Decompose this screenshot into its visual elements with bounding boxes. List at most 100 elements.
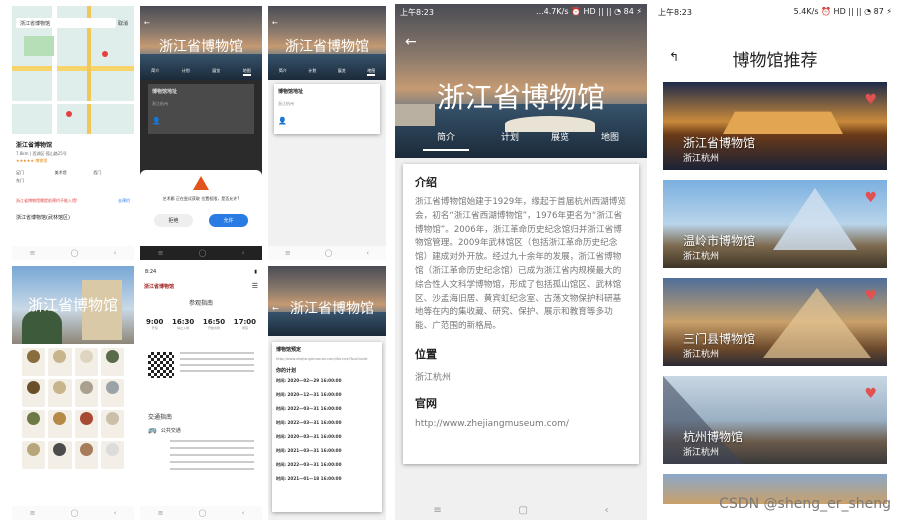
nav-home-icon[interactable]: ◯ <box>71 509 79 517</box>
tab-map[interactable]: 地图 <box>367 68 376 76</box>
cancel-link[interactable]: 取消 <box>118 20 128 27</box>
hours-row: 9:00 开馆 16:30 停止入场 16:50 开始清场 17:00 闭馆 <box>146 318 256 330</box>
nav-menu-icon[interactable]: ≡ <box>30 249 36 257</box>
nav-menu-icon[interactable]: ≡ <box>30 509 36 517</box>
site-logo: 浙江省博物馆 <box>144 283 175 290</box>
collection-item[interactable] <box>48 348 72 376</box>
deny-button[interactable]: 拒绝 <box>154 214 193 227</box>
collection-item[interactable] <box>74 410 98 438</box>
transit-lines <box>170 440 254 470</box>
person-icon[interactable]: 👤 <box>278 117 376 125</box>
gate-button[interactable]: 足门 <box>16 170 53 176</box>
person-icon[interactable]: 👤 <box>152 117 250 125</box>
place-rating: ★★★★★ 博物馆 <box>16 158 48 163</box>
search-input[interactable]: 浙江省博物馆 <box>20 21 50 27</box>
nav-back-icon[interactable]: ‹ <box>242 509 245 517</box>
favorite-heart-icon[interactable]: ♥ <box>864 190 877 206</box>
tab-plan[interactable]: 计划 <box>501 130 519 151</box>
status-icons: ...4.7K/s ⏰ HD || || ◔ 84 ⚡ <box>536 7 642 16</box>
favorite-heart-icon[interactable]: ♥ <box>864 92 877 108</box>
collection-item[interactable] <box>74 441 98 469</box>
plan-item[interactable]: 时间: 2022—03—31 16:00:00 <box>276 420 378 426</box>
watermark: CSDN @sheng_er_sheng <box>719 496 891 512</box>
hero-title: 浙江省博物馆 <box>285 39 369 55</box>
plan-item[interactable]: 时间: 2020—03—31 16:00:00 <box>276 434 378 440</box>
booking-link[interactable]: http://www.zhejiangmuseum.com/Service/To… <box>276 357 378 361</box>
tab-intro[interactable]: 简介 <box>422 130 469 151</box>
back-icon[interactable]: ← <box>144 19 150 27</box>
nav-menu-icon[interactable]: ≡ <box>158 509 164 517</box>
nav-menu-icon[interactable]: ≡ <box>433 505 441 516</box>
nav-home-icon[interactable]: ◯ <box>325 249 333 257</box>
collection-item[interactable] <box>22 441 46 469</box>
tab-bar: 简介 计划 展览 地图 <box>268 68 386 76</box>
nav-menu-icon[interactable]: ≡ <box>285 249 291 257</box>
collection-item[interactable] <box>22 348 46 376</box>
nav-back-icon[interactable]: ‹ <box>605 505 609 516</box>
gate-button[interactable]: 西门 <box>93 170 130 176</box>
nav-menu-icon[interactable]: ≡ <box>158 249 164 257</box>
system-nav-bar: ≡ ◯ ‹ <box>12 246 134 260</box>
tab-map[interactable]: 地图 <box>242 68 251 76</box>
favorite-heart-icon[interactable]: ♥ <box>864 386 877 402</box>
map-pin-icon[interactable] <box>102 51 108 57</box>
nav-home-icon[interactable]: ◯ <box>199 509 207 517</box>
screenshot-museum-detail: 上午8:23 ...4.7K/s ⏰ HD || || ◔ 84 ⚡ ← 浙江省… <box>395 4 647 520</box>
plan-item[interactable]: 时间: 2021—03—31 16:00:00 <box>276 448 378 454</box>
tab-intro[interactable]: 简介 <box>279 68 287 76</box>
system-nav-bar: ≡ ▢ ‹ <box>395 500 647 520</box>
collection-item[interactable] <box>100 441 124 469</box>
museum-card[interactable]: 浙江省博物馆 浙江杭州 ♥ <box>663 82 887 170</box>
collection-item[interactable] <box>22 410 46 438</box>
museum-card[interactable]: 杭州博物馆 浙江杭州 ♥ <box>663 376 887 464</box>
plan-item[interactable]: 时间: 2020—12—31 16:00:00 <box>276 392 378 398</box>
collection-item[interactable] <box>100 348 124 376</box>
collection-item[interactable] <box>48 379 72 407</box>
screenshot-collection: 浙江省博物馆 ≡ ◯ ‹ <box>12 266 134 520</box>
status-icons: 5.4K/s ⏰ HD || || ◔ 87 ⚡ <box>793 7 892 16</box>
tab-intro[interactable]: 简介 <box>151 68 159 76</box>
site-header: 浙江省博物馆 ☰ <box>144 280 258 292</box>
collection-item[interactable] <box>22 379 46 407</box>
plan-item[interactable]: 时间: 2022—03—31 16:00:00 <box>276 462 378 468</box>
museum-card[interactable]: 温岭市博物馆 浙江杭州 ♥ <box>663 180 887 268</box>
nav-home-icon[interactable]: ◯ <box>199 249 207 257</box>
reserve-link[interactable]: 去预约 <box>118 198 130 204</box>
plan-item[interactable]: 时间: 2021—01—18 16:00:00 <box>276 476 378 482</box>
gate-button[interactable]: 美术馆 <box>55 170 92 176</box>
nav-back-icon[interactable]: ‹ <box>114 509 117 517</box>
plan-item[interactable]: 时间: 2022—03—31 16:00:00 <box>276 406 378 412</box>
collection-item[interactable] <box>48 410 72 438</box>
plans-heading: 你的计划 <box>276 368 297 374</box>
menu-icon[interactable]: ☰ <box>252 282 258 290</box>
tab-exhibits[interactable]: 展览 <box>338 68 346 76</box>
tab-plan[interactable]: 计划 <box>182 68 190 76</box>
map-pin-icon[interactable] <box>66 111 72 117</box>
collection-item[interactable] <box>48 441 72 469</box>
collection-item[interactable] <box>100 379 124 407</box>
map-search-bar[interactable]: 浙江省博物馆 <box>16 18 116 28</box>
museum-name: 温岭市博物馆 <box>683 234 756 248</box>
museum-card[interactable]: 三门县博物馆 浙江杭州 ♥ <box>663 278 887 366</box>
system-nav-bar: ≡ ◯ ‹ <box>12 506 134 520</box>
gate-button[interactable]: 东门 <box>16 178 53 184</box>
website-link[interactable]: http://www.zhejiangmuseum.com/ <box>415 419 627 429</box>
favorite-heart-icon[interactable]: ♥ <box>864 288 877 304</box>
nav-back-icon[interactable]: ‹ <box>114 249 117 257</box>
tab-plan[interactable]: 计划 <box>308 68 316 76</box>
back-icon[interactable]: ← <box>272 19 278 27</box>
warning-icon <box>193 176 209 190</box>
nav-home-icon[interactable]: ◯ <box>71 249 79 257</box>
back-icon[interactable]: ← <box>405 34 417 50</box>
allow-button[interactable]: 允许 <box>209 214 248 227</box>
nav-home-icon[interactable]: ▢ <box>518 505 527 516</box>
collection-item[interactable] <box>74 348 98 376</box>
tab-map[interactable]: 地图 <box>601 130 619 151</box>
tab-exhibits[interactable]: 展览 <box>551 130 569 151</box>
plan-item[interactable]: 时间: 2020—02—29 16:00:00 <box>276 378 378 384</box>
collection-item[interactable] <box>100 410 124 438</box>
collection-item[interactable] <box>74 379 98 407</box>
nav-back-icon[interactable]: ‹ <box>242 249 245 257</box>
tab-exhibits[interactable]: 展览 <box>212 68 220 76</box>
nav-back-icon[interactable]: ‹ <box>366 249 369 257</box>
